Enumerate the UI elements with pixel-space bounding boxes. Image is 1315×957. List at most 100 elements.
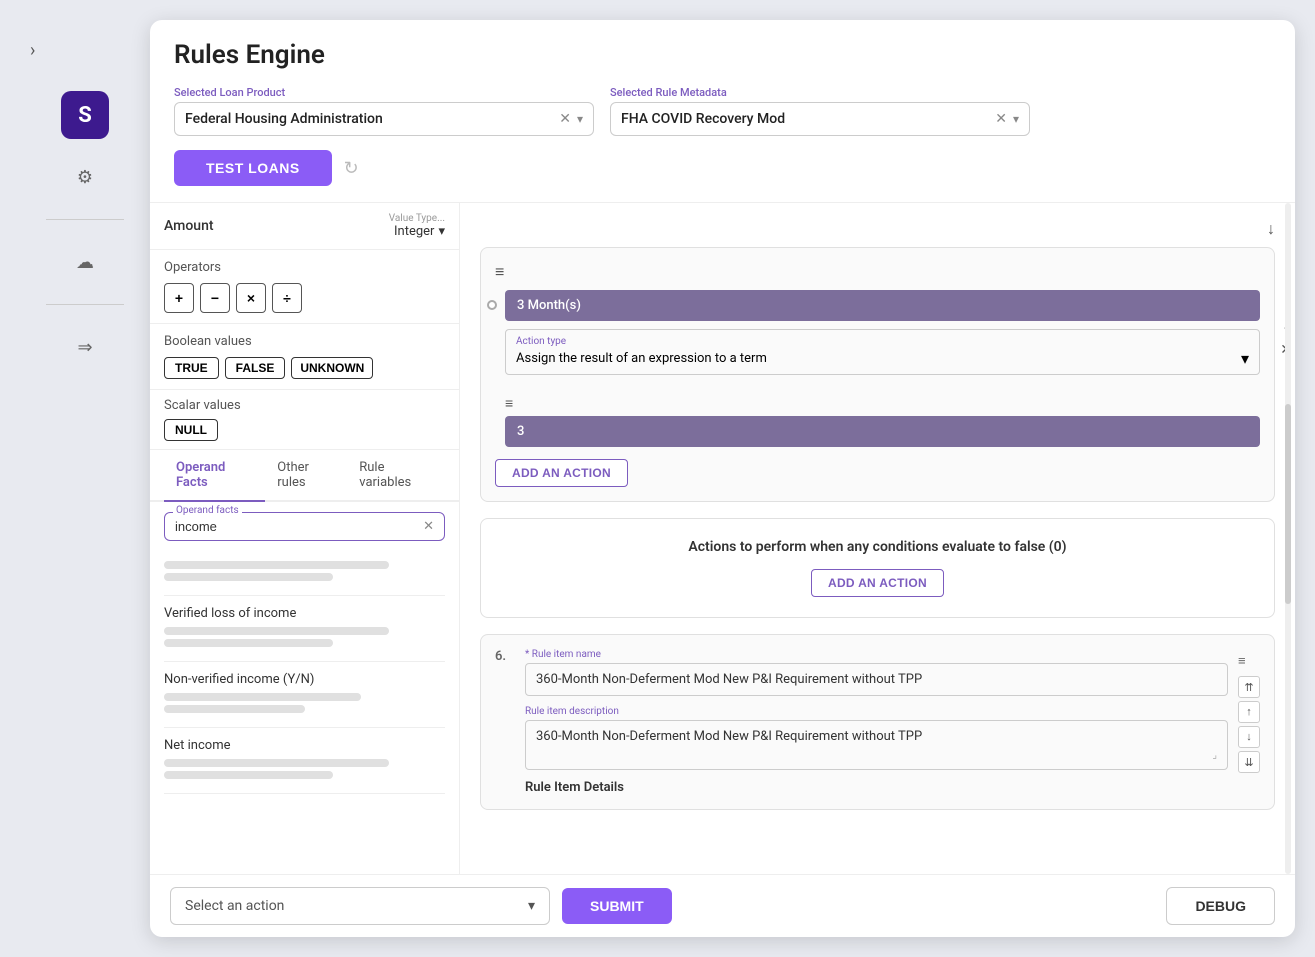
rule-item-desc-group: Rule item description 360-Month Non-Defe… [525,706,1228,770]
export-icon[interactable]: ⇒ [67,329,103,365]
list-item[interactable]: Net income [164,728,445,794]
rule-item-name-input[interactable]: 360-Month Non-Deferment Mod New P&I Requ… [525,663,1228,696]
skeleton-line [164,771,333,779]
loan-product-arrow-icon[interactable]: ▾ [577,112,583,126]
tab-rule-variables[interactable]: Rule variables [347,450,445,502]
move-top-button[interactable]: ⇈ [1238,676,1260,698]
plus-button[interactable]: + [164,283,194,313]
list-item[interactable]: Verified loss of income [164,596,445,662]
unknown-button[interactable]: UNKNOWN [291,357,373,379]
list-item[interactable]: Non-verified income (Y/N) [164,662,445,728]
search-input[interactable] [175,519,423,534]
rule-metadata-arrow-icon[interactable]: ▾ [1013,112,1019,126]
value-type-label: Value Type... [389,213,445,224]
divide-button[interactable]: ÷ [272,283,302,313]
tab-other-rules[interactable]: Other rules [265,450,347,502]
resize-icon: ⌟ [1212,750,1217,761]
rule-metadata-clear-icon[interactable]: ✕ [995,111,1007,127]
operators-buttons: + − × ÷ [164,283,445,313]
settings-icon[interactable]: ⚙ [67,159,103,195]
scroll-down-icon[interactable]: ↓ [1267,219,1275,239]
action-type-value-row: Assign the result of an expression to a … [516,349,1249,368]
search-clear-icon[interactable]: ✕ [423,519,434,534]
action-select-placeholder: Select an action [185,898,284,914]
true-actions-section: ≡ 3 Month(s) Action type [480,247,1275,502]
scalar-section: Scalar values NULL [150,390,459,450]
actions-row: TEST LOANS ↻ [174,150,1271,186]
scrollbar-thumb [1285,404,1291,604]
rule-item-section: 6. * Rule item name 360-Month Non-Deferm… [480,634,1275,810]
left-panel: Amount Value Type... Integer ▾ Operators… [150,203,460,874]
search-label: Operand facts [173,505,242,516]
skeleton-line [164,759,389,767]
top-controls: ↓ [480,219,1275,239]
test-loans-button[interactable]: TEST LOANS [174,150,332,186]
rule-item-desc-input[interactable]: 360-Month Non-Deferment Mod New P&I Requ… [525,720,1228,770]
loan-product-box[interactable]: Federal Housing Administration ✕ ▾ [174,102,594,136]
list-item [164,551,445,596]
app-logo: S [61,91,109,139]
tab-operand-facts[interactable]: Operand Facts [164,450,265,502]
rule-item-number: 6. [495,649,515,664]
skeleton-line [164,573,333,581]
rule-metadata-box[interactable]: FHA COVID Recovery Mod ✕ ▾ [610,102,1030,136]
rule-metadata-selector: Selected Rule Metadata FHA COVID Recover… [610,86,1030,136]
minus-button[interactable]: − [200,283,230,313]
boolean-section: Boolean values TRUE FALSE UNKNOWN [150,324,459,390]
debug-button[interactable]: DEBUG [1166,887,1275,925]
loan-product-selector: Selected Loan Product Federal Housing Ad… [174,86,594,136]
facts-list: Verified loss of income Non-verified inc… [164,551,445,864]
skeleton-line [164,627,389,635]
false-actions-title: Actions to perform when any conditions e… [501,539,1254,555]
false-button[interactable]: FALSE [225,357,286,379]
submit-button[interactable]: SUBMIT [562,888,672,924]
drag-handle-icon[interactable]: ≡ [1238,653,1260,669]
amount-label: Amount [164,218,381,234]
left-panel-tabs: Operand Facts Other rules Rule variables [150,450,459,502]
loan-product-label: Selected Loan Product [174,86,594,99]
move-down-button[interactable]: ↓ [1238,726,1260,748]
add-action-container: ADD AN ACTION [495,459,1260,487]
action-type-row: Action type Assign the result of an expr… [505,321,1260,383]
action-item-2: ≡ 3 [495,395,1260,447]
null-button[interactable]: NULL [164,419,218,441]
rule-item-details-label: Rule Item Details [525,780,1228,795]
search-box: Operand facts ✕ [164,512,445,541]
value-type-select[interactable]: Integer ▾ [394,224,445,239]
right-panel: ↓ ≡ 3 Month(s) [460,203,1295,874]
action-select-dropdown[interactable]: Select an action ▾ [170,887,550,925]
loan-product-actions: ✕ ▾ [559,111,583,127]
cloud-icon[interactable]: ☁ [67,244,103,280]
sidebar-divider [46,219,124,220]
skeleton-line [164,705,305,713]
equals-icon-2: ≡ [505,395,1260,412]
true-button[interactable]: TRUE [164,357,219,379]
sidebar-collapse-icon[interactable]: › [30,40,35,61]
value-type-value: Integer [394,224,434,239]
fact-name: Non-verified income (Y/N) [164,672,445,687]
scrollbar[interactable] [1285,203,1291,874]
scalar-label: Scalar values [164,398,445,413]
selectors-row: Selected Loan Product Federal Housing Ad… [174,86,1271,136]
false-add-action-button[interactable]: ADD AN ACTION [811,569,944,597]
action-type-label: Action type [516,336,1249,347]
loan-product-clear-icon[interactable]: ✕ [559,111,571,127]
multiply-button[interactable]: × [236,283,266,313]
add-action-button[interactable]: ADD AN ACTION [495,459,628,487]
action-type-select[interactable]: Action type Assign the result of an expr… [505,329,1260,375]
boolean-label: Boolean values [164,334,445,349]
rule-item-controls: ≡ ⇈ ↑ ↓ ⇊ [1238,653,1260,773]
value-type-arrow-icon: ▾ [438,224,445,239]
move-bottom-button[interactable]: ⇊ [1238,751,1260,773]
bottom-bar: Select an action ▾ SUBMIT DEBUG [150,874,1295,937]
move-up-button[interactable]: ↑ [1238,701,1260,723]
rule-item-fields: * Rule item name 360-Month Non-Deferment… [525,649,1228,795]
rule-item-header: 6. * Rule item name 360-Month Non-Deferm… [495,649,1260,795]
action-bar-text-1: 3 Month(s) [517,298,581,313]
action-bar-2: 3 [505,416,1260,447]
rule-item-desc-label: Rule item description [525,706,1228,717]
skeleton-line [164,639,333,647]
value-type-group: Value Type... Integer ▾ [389,213,445,239]
rule-item-name-group: * Rule item name 360-Month Non-Deferment… [525,649,1228,696]
refresh-icon[interactable]: ↻ [344,158,359,179]
